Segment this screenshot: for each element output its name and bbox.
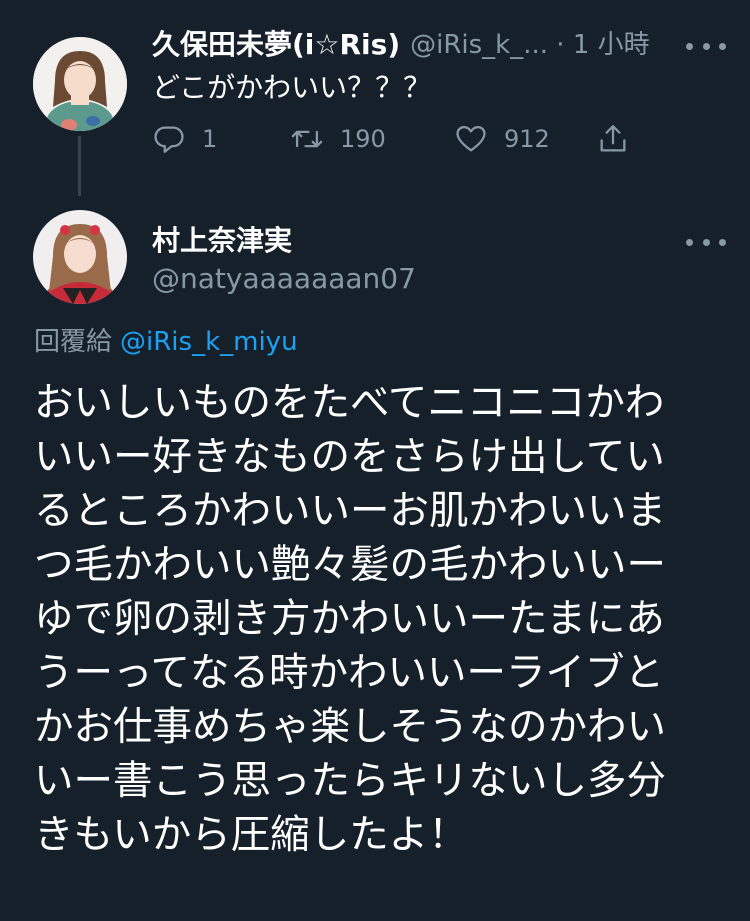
tweet2-body-line: ゆで卵の剥き方かわいいーたまにあ (34, 596, 665, 642)
tweet1-display-name[interactable]: 久保田未夢(i☆Ris) (152, 28, 400, 62)
reply-icon (154, 126, 184, 153)
tweet2-body-line: いー書こう思ったらキリないし多分 (34, 758, 666, 804)
tweet2-body-line: つ毛かわいい艶々髪の毛かわいいー (34, 542, 666, 588)
tweet2-display-name[interactable]: 村上奈津実 (152, 224, 292, 258)
like-button[interactable]: 912 (454, 122, 596, 156)
like-count: 912 (504, 125, 550, 153)
avatar-photo-icon (33, 210, 127, 304)
more-icon (686, 238, 693, 246)
tweet1-handle-time[interactable]: @iRis_k_... · 1 小時 (410, 28, 650, 62)
tweet1-header: 久保田未夢(i☆Ris) @iRis_k_... · 1 小時 (152, 28, 712, 62)
reply-to-link[interactable]: @iRis_k_miyu (120, 327, 298, 357)
retweet-button[interactable]: 190 (290, 122, 454, 156)
retweet-count: 190 (340, 125, 386, 153)
tweet2-body-line: るところかわいいーお肌かわいいま (34, 488, 666, 534)
tweet1-actions: 1 190 912 (152, 116, 632, 162)
reply-prefix: 回覆給 (34, 327, 113, 357)
reply-context: 回覆給 @iRis_k_miyu (34, 324, 298, 360)
retweet-icon (291, 130, 323, 148)
tweet2-body-line: おいしいものをたべてニコニコかわ (34, 380, 665, 426)
thread-connector-line (78, 136, 81, 196)
tweet1-more-button[interactable] (686, 36, 726, 56)
more-icon (686, 42, 693, 50)
heart-icon (456, 125, 486, 152)
tweet2-more-button[interactable] (686, 232, 726, 252)
avatar-kubota[interactable] (33, 37, 127, 131)
tweet-thread: 久保田未夢(i☆Ris) @iRis_k_... · 1 小時 どこがかわいい？… (0, 0, 750, 921)
tweet2-body-line: いいー好きなものをさらけ出してい (34, 434, 665, 480)
tweet2-body: おいしいものをたべてニコニコかわ いいー好きなものをさらけ出してい るところかわ… (34, 376, 724, 862)
tweet2-body-line: かお仕事めちゃ楽しそうなのかわい (34, 704, 666, 750)
avatar-murakami[interactable] (33, 210, 127, 304)
tweet2-handle[interactable]: @natyaaaaaaan07 (152, 262, 416, 296)
share-icon (600, 125, 626, 152)
tweet1-text: どこがかわいい？？？ (152, 71, 432, 104)
share-button[interactable] (596, 122, 630, 156)
reply-button[interactable]: 1 (152, 122, 290, 156)
avatar-photo-icon (33, 37, 127, 131)
tweet2-body-line: きもいから圧縮したよ！ (34, 812, 468, 858)
tweet2-body-line: うーってなる時かわいいーライブと (34, 650, 665, 696)
reply-count: 1 (202, 125, 218, 153)
